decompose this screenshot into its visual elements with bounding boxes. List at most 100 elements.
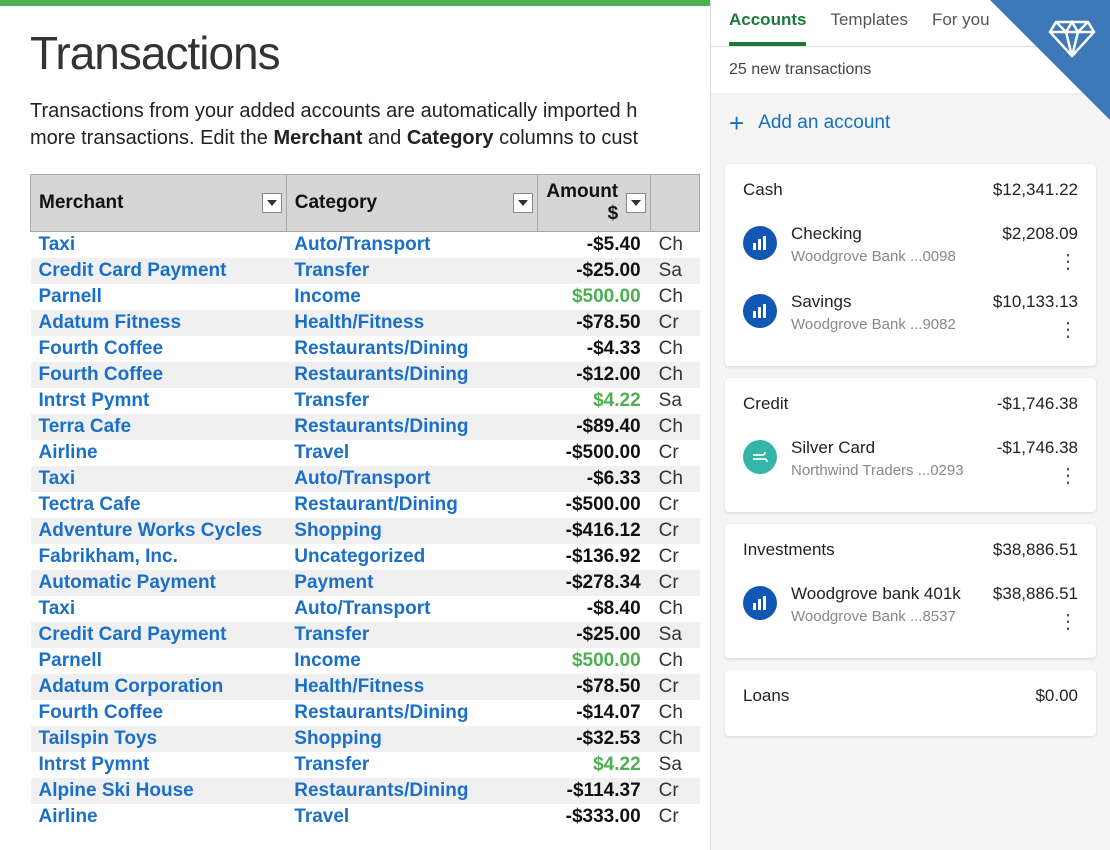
group-header: Loans$0.00 xyxy=(743,686,1078,706)
col-header-merchant[interactable]: Merchant xyxy=(31,175,287,232)
merchant-cell[interactable]: Terra Cafe xyxy=(31,414,287,440)
table-row[interactable]: AirlineTravel-$500.00Cr xyxy=(31,440,700,466)
amount-cell: -$25.00 xyxy=(538,258,651,284)
more-icon[interactable]: ⋮ xyxy=(993,612,1078,632)
table-row[interactable]: Fabrikham, Inc.Uncategorized-$136.92Cr xyxy=(31,544,700,570)
merchant-cell[interactable]: Intrst Pymnt xyxy=(31,388,287,414)
table-row[interactable]: Adventure Works CyclesShopping-$416.12Cr xyxy=(31,518,700,544)
category-cell[interactable]: Restaurants/Dining xyxy=(286,778,538,804)
account-cell: Ch xyxy=(651,726,700,752)
table-row[interactable]: Automatic PaymentPayment-$278.34Cr xyxy=(31,570,700,596)
table-row[interactable]: Credit Card PaymentTransfer-$25.00Sa xyxy=(31,622,700,648)
category-cell[interactable]: Health/Fitness xyxy=(286,310,538,336)
account-group-loans: Loans$0.00 xyxy=(725,670,1096,736)
table-row[interactable]: Fourth CoffeeRestaurants/Dining-$12.00Ch xyxy=(31,362,700,388)
merchant-cell[interactable]: Tailspin Toys xyxy=(31,726,287,752)
merchant-cell[interactable]: Adatum Corporation xyxy=(31,674,287,700)
dropdown-icon[interactable] xyxy=(513,193,533,213)
category-cell[interactable]: Auto/Transport xyxy=(286,466,538,492)
tab-for-you[interactable]: For you xyxy=(932,10,990,46)
table-row[interactable]: Credit Card PaymentTransfer-$25.00Sa xyxy=(31,258,700,284)
account-item[interactable]: Silver CardNorthwind Traders ...0293-$1,… xyxy=(743,428,1078,496)
table-row[interactable]: TaxiAuto/Transport-$8.40Ch xyxy=(31,596,700,622)
category-cell[interactable]: Uncategorized xyxy=(286,544,538,570)
category-cell[interactable]: Restaurants/Dining xyxy=(286,700,538,726)
col-header-category[interactable]: Category xyxy=(286,175,538,232)
category-cell[interactable]: Transfer xyxy=(286,622,538,648)
merchant-cell[interactable]: Airline xyxy=(31,440,287,466)
merchant-cell[interactable]: Credit Card Payment xyxy=(31,622,287,648)
merchant-cell[interactable]: Parnell xyxy=(31,648,287,674)
table-row[interactable]: Adatum CorporationHealth/Fitness-$78.50C… xyxy=(31,674,700,700)
table-row[interactable]: Tailspin ToysShopping-$32.53Ch xyxy=(31,726,700,752)
account-balance: $2,208.09 xyxy=(1002,224,1078,244)
merchant-cell[interactable]: Taxi xyxy=(31,596,287,622)
table-row[interactable]: AirlineTravel-$333.00Cr xyxy=(31,804,700,830)
merchant-cell[interactable]: Taxi xyxy=(31,466,287,492)
merchant-cell[interactable]: Fourth Coffee xyxy=(31,700,287,726)
merchant-cell[interactable]: Fabrikham, Inc. xyxy=(31,544,287,570)
category-cell[interactable]: Health/Fitness xyxy=(286,674,538,700)
category-cell[interactable]: Travel xyxy=(286,804,538,830)
merchant-cell[interactable]: Fourth Coffee xyxy=(31,362,287,388)
table-row[interactable]: TaxiAuto/Transport-$5.40Ch xyxy=(31,232,700,259)
category-cell[interactable]: Restaurants/Dining xyxy=(286,414,538,440)
category-cell[interactable]: Travel xyxy=(286,440,538,466)
table-row[interactable]: ParnellIncome$500.00Ch xyxy=(31,648,700,674)
merchant-cell[interactable]: Fourth Coffee xyxy=(31,336,287,362)
category-cell[interactable]: Restaurants/Dining xyxy=(286,362,538,388)
account-cell: Ch xyxy=(651,336,700,362)
account-item[interactable]: Woodgrove bank 401kWoodgrove Bank ...853… xyxy=(743,574,1078,642)
more-icon[interactable]: ⋮ xyxy=(993,320,1078,340)
table-row[interactable]: Alpine Ski HouseRestaurants/Dining-$114.… xyxy=(31,778,700,804)
merchant-cell[interactable]: Adatum Fitness xyxy=(31,310,287,336)
category-cell[interactable]: Payment xyxy=(286,570,538,596)
merchant-cell[interactable]: Airline xyxy=(31,804,287,830)
table-row[interactable]: Tectra CafeRestaurant/Dining-$500.00Cr xyxy=(31,492,700,518)
amount-cell: -$25.00 xyxy=(538,622,651,648)
col-header-amount[interactable]: Amount $ xyxy=(538,175,651,232)
table-row[interactable]: ParnellIncome$500.00Ch xyxy=(31,284,700,310)
account-icon xyxy=(743,294,777,328)
merchant-cell[interactable]: Intrst Pymnt xyxy=(31,752,287,778)
merchant-cell[interactable]: Taxi xyxy=(31,232,287,259)
category-cell[interactable]: Shopping xyxy=(286,726,538,752)
dropdown-icon[interactable] xyxy=(262,193,282,213)
table-row[interactable]: Intrst PymntTransfer$4.22Sa xyxy=(31,752,700,778)
account-item[interactable]: CheckingWoodgrove Bank ...0098$2,208.09⋮ xyxy=(743,214,1078,282)
category-cell[interactable]: Income xyxy=(286,284,538,310)
account-sub: Woodgrove Bank ...9082 xyxy=(791,316,979,333)
tab-accounts[interactable]: Accounts xyxy=(729,10,806,46)
merchant-cell[interactable]: Parnell xyxy=(31,284,287,310)
more-icon[interactable]: ⋮ xyxy=(997,466,1078,486)
table-row[interactable]: TaxiAuto/Transport-$6.33Ch xyxy=(31,466,700,492)
merchant-cell[interactable]: Alpine Ski House xyxy=(31,778,287,804)
account-item[interactable]: SavingsWoodgrove Bank ...9082$10,133.13⋮ xyxy=(743,282,1078,350)
category-cell[interactable]: Restaurants/Dining xyxy=(286,336,538,362)
more-icon[interactable]: ⋮ xyxy=(1002,252,1078,272)
group-title: Credit xyxy=(743,394,788,414)
account-group-investments: Investments$38,886.51Woodgrove bank 401k… xyxy=(725,524,1096,658)
table-row[interactable]: Terra CafeRestaurants/Dining-$89.40Ch xyxy=(31,414,700,440)
category-cell[interactable]: Shopping xyxy=(286,518,538,544)
merchant-cell[interactable]: Adventure Works Cycles xyxy=(31,518,287,544)
table-row[interactable]: Fourth CoffeeRestaurants/Dining-$4.33Ch xyxy=(31,336,700,362)
table-row[interactable]: Intrst PymntTransfer$4.22Sa xyxy=(31,388,700,414)
category-cell[interactable]: Transfer xyxy=(286,388,538,414)
merchant-cell[interactable]: Tectra Cafe xyxy=(31,492,287,518)
merchant-cell[interactable]: Credit Card Payment xyxy=(31,258,287,284)
diamond-icon xyxy=(1048,18,1096,63)
table-row[interactable]: Fourth CoffeeRestaurants/Dining-$14.07Ch xyxy=(31,700,700,726)
category-cell[interactable]: Income xyxy=(286,648,538,674)
category-cell[interactable]: Transfer xyxy=(286,752,538,778)
account-group-cash: Cash$12,341.22CheckingWoodgrove Bank ...… xyxy=(725,164,1096,366)
category-cell[interactable]: Transfer xyxy=(286,258,538,284)
amount-cell: -$278.34 xyxy=(538,570,651,596)
category-cell[interactable]: Restaurant/Dining xyxy=(286,492,538,518)
category-cell[interactable]: Auto/Transport xyxy=(286,232,538,259)
tab-templates[interactable]: Templates xyxy=(830,10,907,46)
dropdown-icon[interactable] xyxy=(626,193,646,213)
category-cell[interactable]: Auto/Transport xyxy=(286,596,538,622)
table-row[interactable]: Adatum FitnessHealth/Fitness-$78.50Cr xyxy=(31,310,700,336)
merchant-cell[interactable]: Automatic Payment xyxy=(31,570,287,596)
